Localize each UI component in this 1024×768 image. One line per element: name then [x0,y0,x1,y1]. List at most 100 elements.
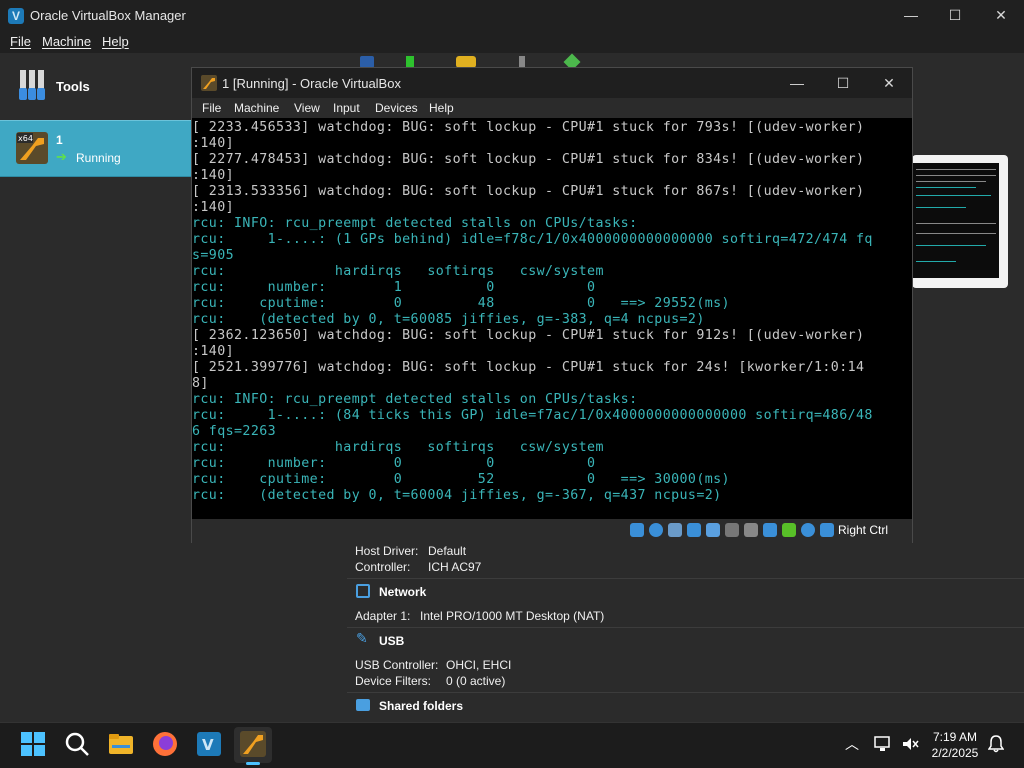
console-line: rcu: (detected by 0, t=60004 jiffies, g=… [192,488,722,503]
console-line: [ 2362.123650] watchdog: BUG: soft locku… [192,328,865,343]
firefox-icon[interactable] [152,731,178,757]
network-status-icon[interactable] [687,523,701,537]
recording-status-icon[interactable] [763,523,777,537]
folder-icon [356,699,370,711]
search-icon[interactable] [64,731,90,757]
usb-section[interactable] [347,627,1024,651]
vm-menu-file[interactable]: File [202,101,221,115]
console-line: 8] [192,376,209,391]
file-explorer-icon[interactable] [108,731,134,757]
vm-window-title: 1 [Running] - Oracle VirtualBox [222,76,401,91]
tools-icon [19,70,45,100]
console-line: :140] [192,344,235,359]
adapter-1-label: Adapter 1: [355,609,411,623]
host-key-label: Right Ctrl [838,523,889,537]
virtualbox-icon[interactable]: V [196,731,222,757]
console-line: rcu: 1-....: (84 ticks this GP) idle=f7a… [192,408,873,423]
manager-toolbar [192,53,1024,71]
console-line: [ 2277.478453] watchdog: BUG: soft locku… [192,152,865,167]
manager-menu-machine[interactable]: Machine [42,34,91,49]
vm-close-button[interactable]: ✕ [866,68,912,98]
console-line: rcu: number: 1 0 0 [192,280,596,295]
clock-time: 7:19 AM [932,730,978,744]
vm-maximize-button[interactable]: ☐ [820,68,866,98]
vm-title-bar[interactable]: 1 [Running] - Oracle VirtualBox — ☐ ✕ [192,68,912,98]
manager-title-bar[interactable]: Oracle VirtualBox Manager — ☐ ✕ [0,0,1024,31]
console-line: rcu: cputime: 0 48 0 ==> 29552(ms) [192,296,730,311]
keyboard-capture-status-icon[interactable] [820,523,834,537]
volume-muted-icon[interactable] [901,736,919,752]
usb-header: USB [379,634,405,648]
active-indicator [246,762,260,765]
vm-os-icon: x64 [16,132,48,164]
manager-menu-help[interactable]: Help [102,34,129,49]
console-line: rcu: INFO: rcu_preempt detected stalls o… [192,216,638,231]
audio-controller-label: Controller: [355,560,411,574]
manager-title: Oracle VirtualBox Manager [30,8,186,23]
vm-console-screen[interactable]: [ 2233.456533] watchdog: BUG: soft locku… [192,118,912,519]
console-line: :140] [192,168,235,183]
usb-controller-label: USB Controller: [355,658,439,672]
network-header: Network [379,585,427,599]
vm-menu-devices[interactable]: Devices [375,101,418,115]
tools-label: Tools [56,79,90,94]
vt-x-status-icon[interactable] [782,523,796,537]
network-icon [356,584,370,598]
console-line: rcu: number: 0 0 0 [192,456,596,471]
vm-preview-screen [912,163,999,278]
svg-text:V: V [202,736,214,754]
console-line: :140] [192,136,235,151]
device-filters-label: Device Filters: [355,674,432,688]
console-line: :140] [192,200,235,215]
shared-folders-status-icon[interactable] [725,523,739,537]
taskbar-clock[interactable]: 7:19 AM 2/2/2025 [920,729,990,761]
windows-start-icon[interactable] [20,731,46,757]
console-line: rcu: 1-....: (1 GPs behind) idle=f78c/1/… [192,232,873,247]
virtualbox-logo-icon [8,8,24,24]
console-line: s=905 [192,248,235,263]
console-line: rcu: INFO: rcu_preempt detected stalls o… [192,392,638,407]
manager-menu-file[interactable]: File [10,34,31,49]
vm-menu-view[interactable]: View [294,101,320,115]
usb-status-icon[interactable] [706,523,720,537]
usb-icon: ✎ [356,630,368,646]
vm-menu-help[interactable]: Help [429,101,454,115]
audio-host-driver-value: Default [428,544,467,558]
usb-controller-value: OHCI, EHCI [446,658,512,672]
manager-maximize-button[interactable]: ☐ [932,0,978,31]
network-tray-icon[interactable] [874,736,892,752]
notification-bell-icon[interactable] [988,735,1004,753]
svg-text:x64: x64 [18,134,33,143]
console-line: [ 2521.399776] watchdog: BUG: soft locku… [192,360,865,375]
console-line: [ 2233.456533] watchdog: BUG: soft locku… [192,120,865,135]
hard-disk-status-icon[interactable] [630,523,644,537]
vm-window-icon [201,75,217,91]
console-line: rcu: hardirqs softirqs csw/system [192,440,604,455]
mouse-integration-status-icon[interactable] [801,523,815,537]
vm-1-icon[interactable] [240,731,266,757]
console-line: rcu: cputime: 0 52 0 ==> 30000(ms) [192,472,730,487]
adapter-1-value: Intel PRO/1000 MT Desktop (NAT) [420,609,605,623]
console-line: [ 2313.533356] watchdog: BUG: soft locku… [192,184,865,199]
vm-menu-bar: File Machine View Input Devices Help [192,98,912,118]
shared-folders-header: Shared folders [379,699,464,713]
vm-name: 1 [56,133,63,147]
vm-minimize-button[interactable]: — [774,68,820,98]
device-filters-value: 0 (0 active) [446,674,506,688]
console-line: rcu: hardirqs softirqs csw/system [192,264,604,279]
vm-menu-machine[interactable]: Machine [234,101,279,115]
show-hidden-icons-chevron-icon[interactable]: ︿ [845,734,859,754]
display-status-icon[interactable] [744,523,758,537]
optical-drive-status-icon[interactable] [649,523,663,537]
console-line: 6 fqs=2263 [192,424,277,439]
console-line: rcu: (detected by 0, t=60085 jiffies, g=… [192,312,705,327]
manager-close-button[interactable]: ✕ [978,0,1024,31]
network-section[interactable] [347,578,1024,602]
running-arrow-icon: ➔ [56,149,67,164]
vm-menu-input[interactable]: Input [333,101,360,115]
manager-minimize-button[interactable]: — [888,0,934,31]
audio-host-driver-label: Host Driver: [355,544,419,558]
clock-date: 2/2/2025 [931,746,979,760]
audio-status-icon[interactable] [668,523,682,537]
vm-state: Running [76,151,121,165]
